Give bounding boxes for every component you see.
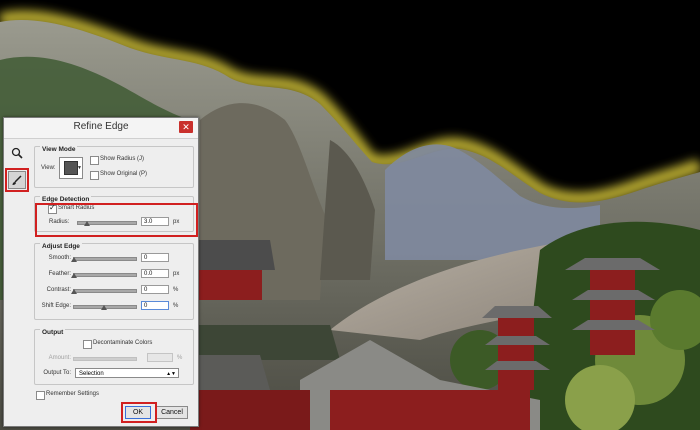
output-to-select[interactable]: Selection ▲▼ (75, 368, 179, 378)
show-radius-label: Show Radius (J) (100, 156, 145, 162)
contrast-unit: % (173, 287, 179, 293)
radius-input[interactable]: 3.0 (141, 217, 169, 226)
feather-slider-track[interactable] (73, 273, 137, 277)
view-thumbnail (64, 161, 78, 175)
radius-slider-thumb[interactable] (84, 221, 90, 226)
decontaminate-colors-checkbox[interactable] (83, 340, 92, 349)
chevron-down-icon: ▲▼ (166, 371, 176, 377)
smooth-input[interactable]: 0 (141, 253, 169, 262)
show-radius-checkbox[interactable] (90, 156, 99, 165)
output-group: Output Decontaminate Colors Amount: % Ou… (34, 329, 194, 385)
amount-input (147, 353, 173, 362)
feather-label: Feather: (48, 271, 71, 277)
feather-input[interactable]: 0.0 (141, 269, 169, 278)
dialog-title: Refine Edge (73, 121, 129, 132)
close-button[interactable]: ✕ (179, 121, 193, 133)
dialog-titlebar[interactable]: Refine Edge ✕ (4, 118, 198, 139)
view-mode-heading: View Mode (40, 146, 78, 153)
amount-label: Amount: (48, 355, 71, 361)
smart-radius-checkbox[interactable] (48, 203, 57, 214)
smooth-label: Smooth: (48, 255, 71, 261)
chevron-down-icon: ▼ (77, 165, 82, 171)
show-original-label: Show Original (P) (100, 171, 148, 177)
refine-radius-brush-icon[interactable] (5, 168, 29, 192)
view-label: View: (41, 165, 56, 171)
contrast-input[interactable]: 0 (141, 285, 169, 294)
remember-settings-checkbox[interactable] (36, 391, 45, 400)
smooth-slider-track[interactable] (73, 257, 137, 261)
adjust-edge-heading: Adjust Edge (40, 243, 82, 250)
contrast-slider-track[interactable] (73, 289, 137, 293)
remember-settings-label: Remember Settings (46, 391, 100, 397)
radius-label: Radius: (49, 219, 70, 225)
smooth-slider-thumb[interactable] (71, 257, 77, 262)
view-mode-group: View Mode View: ▼ Show Radius (J) Show O… (34, 146, 194, 188)
show-original-checkbox[interactable] (90, 171, 99, 180)
feather-unit: px (173, 271, 180, 277)
shift-edge-unit: % (173, 303, 179, 309)
ok-button[interactable]: OK (125, 406, 151, 419)
magnifier-icon[interactable] (8, 144, 26, 162)
cancel-button[interactable]: Cancel (156, 406, 188, 419)
output-to-label: Output To: (43, 370, 71, 376)
amount-slider-track (73, 357, 137, 361)
shift-edge-slider-thumb[interactable] (101, 305, 107, 310)
refine-edge-dialog: Refine Edge ✕ View Mode View: ▼ Show Rad… (3, 117, 199, 427)
shift-edge-input[interactable]: 0 (141, 301, 169, 310)
contrast-label: Contrast: (46, 287, 71, 293)
amount-unit: % (177, 355, 183, 361)
radius-unit: px (173, 219, 180, 225)
adjust-edge-group: Adjust Edge Smooth: 0 Feather: 0.0 px Co… (34, 243, 194, 320)
feather-slider-thumb[interactable] (71, 273, 77, 278)
contrast-slider-thumb[interactable] (71, 289, 77, 294)
edge-detection-group: Edge Detection Smart Radius Radius: 3.0 … (34, 196, 194, 232)
view-mode-picker[interactable]: ▼ (59, 157, 83, 179)
shift-edge-label: Shift Edge: (41, 303, 71, 309)
smart-radius-label: Smart Radius (58, 205, 95, 211)
output-heading: Output (40, 329, 66, 336)
output-to-value: Selection (79, 371, 104, 377)
edge-detection-heading: Edge Detection (40, 196, 92, 203)
decontaminate-colors-label: Decontaminate Colors (93, 340, 153, 346)
